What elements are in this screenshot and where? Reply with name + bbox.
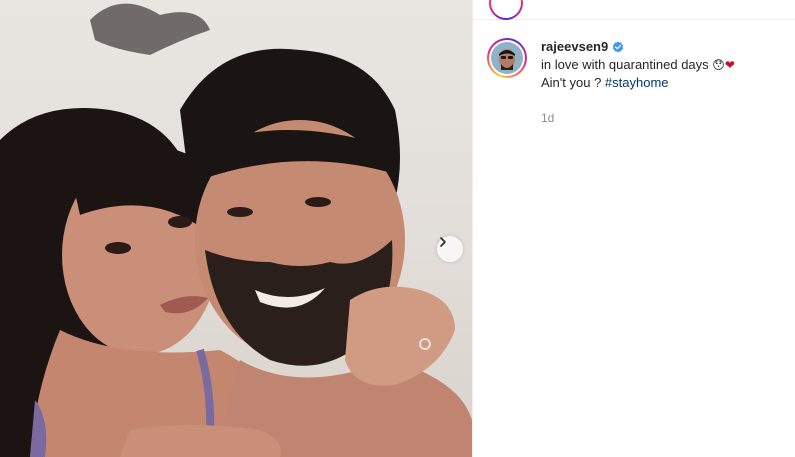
post-side-panel: rajeevsen9 in love with quarantined days…	[472, 0, 795, 457]
header-avatar[interactable]	[489, 0, 523, 20]
post-photo[interactable]	[0, 0, 472, 457]
username-link[interactable]: rajeevsen9	[541, 38, 608, 56]
avatar[interactable]	[487, 38, 527, 78]
chevron-right-icon	[440, 237, 446, 247]
couple-selfie-image	[0, 3, 472, 457]
heart-emoji: ❤	[724, 58, 735, 72]
hashtag-link[interactable]: #stayhome	[605, 75, 669, 90]
caption-line-2-text: Ain't you ?	[541, 75, 605, 90]
profile-photo	[491, 42, 523, 74]
post-header	[473, 0, 795, 20]
astonished-emoji: 😯	[712, 58, 725, 72]
post-timestamp[interactable]: 1d	[541, 111, 554, 125]
caption-comment: rajeevsen9 in love with quarantined days…	[487, 38, 787, 92]
caption-line-1: in love with quarantined days 😯❤	[541, 56, 735, 74]
caption-text-block: rajeevsen9 in love with quarantined days…	[541, 38, 735, 92]
verified-badge-icon	[613, 41, 624, 53]
next-photo-button[interactable]	[437, 236, 463, 262]
caption-line-1-text: in love with quarantined days	[541, 57, 709, 72]
caption-line-2: Ain't you ? #stayhome	[541, 74, 735, 92]
